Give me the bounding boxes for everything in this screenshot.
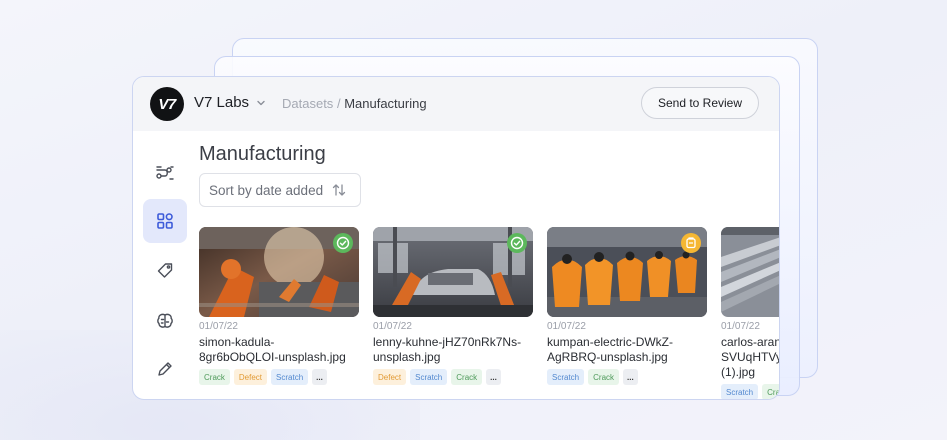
- tag-list: Defect Scratch Crack ...: [373, 369, 533, 385]
- chevron-down-icon: [257, 100, 265, 105]
- tag-list: Crack Defect Scratch ...: [199, 369, 359, 385]
- tag-badge: Scratch: [547, 369, 585, 385]
- brain-icon: [157, 313, 173, 328]
- filename-line: (1).jpg: [721, 365, 756, 379]
- sidebar-item-annotate[interactable]: [143, 347, 187, 391]
- page-title: Manufacturing: [199, 143, 326, 165]
- breadcrumb-current: Manufacturing: [344, 96, 427, 111]
- tag-list: Scratch Crack: [721, 384, 779, 399]
- status-complete-badge: [333, 233, 353, 253]
- send-to-review-button[interactable]: Send to Review: [641, 87, 759, 119]
- more-tags-button[interactable]: ...: [623, 369, 638, 385]
- tag-icon: [157, 263, 173, 278]
- dataset-item-card[interactable]: 01/07/22 simon-kadula- 8gr6bObQLOI-unspl…: [199, 227, 359, 385]
- sidebar-item-datasets[interactable]: [143, 199, 187, 243]
- sort-label: Sort by date added: [209, 182, 324, 198]
- tag-list: Scratch Crack ...: [547, 369, 707, 385]
- dataset-item-card[interactable]: 01/07/22 carlos-aranda- SVUqHTVy (1).jpg…: [721, 227, 780, 399]
- tag-badge: Defect: [233, 369, 268, 385]
- sidebar-item-workflows[interactable]: [143, 151, 187, 195]
- filename-line: SVUqHTVy: [721, 350, 780, 364]
- sidebar-item-classes[interactable]: [143, 249, 187, 293]
- tag-badge: Scratch: [271, 369, 309, 385]
- item-date: 01/07/22: [199, 321, 238, 332]
- v7-logo[interactable]: V7: [150, 87, 184, 121]
- tag-badge: Crack: [451, 369, 483, 385]
- image-thumbnail[interactable]: [721, 227, 779, 317]
- status-pending-badge: [681, 233, 701, 253]
- main-content: Manufacturing Sort by date added 01/07/2…: [199, 131, 779, 399]
- pencil-icon: [158, 362, 172, 376]
- check-circle-icon: [510, 236, 524, 250]
- tag-badge: Crack: [588, 369, 620, 385]
- sidebar-item-models[interactable]: [143, 299, 187, 343]
- top-bar: V7 V7 Labs Datasets / Manufacturing Send…: [133, 77, 779, 131]
- item-date: 01/07/22: [373, 321, 412, 332]
- item-date: 01/07/22: [721, 321, 760, 332]
- breadcrumb-datasets[interactable]: Datasets: [282, 96, 333, 111]
- filename-line: kumpan-electric-DWkZ-: [547, 335, 674, 349]
- more-tags-button[interactable]: ...: [312, 369, 327, 385]
- check-circle-icon: [336, 236, 350, 250]
- status-complete-badge: [507, 233, 527, 253]
- steel-pipes-image: [721, 227, 779, 317]
- image-thumbnail[interactable]: [199, 227, 359, 317]
- item-filename: simon-kadula- 8gr6bObQLOI-unsplash.jpg: [199, 335, 361, 365]
- tag-badge: Defect: [373, 369, 407, 385]
- datasets-grid-icon: [157, 213, 173, 229]
- tag-badge: Scratch: [721, 384, 759, 399]
- dataset-item-card[interactable]: 01/07/22 lenny-kuhne-jHZ70nRk7Ns- unspla…: [373, 227, 533, 385]
- item-filename: lenny-kuhne-jHZ70nRk7Ns- unsplash.jpg: [373, 335, 535, 365]
- org-name: V7 Labs: [194, 94, 250, 111]
- filename-line: 8gr6bObQLOI-unsplash.jpg: [199, 350, 346, 364]
- org-switcher[interactable]: V7 Labs: [194, 94, 267, 111]
- clipboard-icon: [686, 237, 696, 249]
- item-filename: kumpan-electric-DWkZ- AgRBRQ-unsplash.jp…: [547, 335, 709, 365]
- dataset-item-card[interactable]: 01/07/22 kumpan-electric-DWkZ- AgRBRQ-un…: [547, 227, 707, 385]
- workflow-icon: [156, 166, 174, 180]
- sidebar: [133, 131, 193, 399]
- tag-badge: Scratch: [410, 369, 448, 385]
- filename-line: lenny-kuhne-jHZ70nRk7Ns-: [373, 335, 522, 349]
- filename-line: AgRBRQ-unsplash.jpg: [547, 350, 668, 364]
- sort-arrows-icon: [332, 184, 346, 196]
- item-filename: carlos-aranda- SVUqHTVy (1).jpg: [721, 335, 780, 380]
- sort-dropdown[interactable]: Sort by date added: [199, 173, 361, 207]
- image-thumbnail[interactable]: [547, 227, 707, 317]
- filename-line: unsplash.jpg: [373, 350, 441, 364]
- tag-badge: Crack: [199, 369, 230, 385]
- more-tags-button[interactable]: ...: [486, 369, 501, 385]
- filename-line: carlos-aranda-: [721, 335, 779, 349]
- tag-badge: Crack: [762, 384, 779, 399]
- breadcrumb-separator: /: [336, 96, 341, 111]
- breadcrumb: Datasets / Manufacturing: [282, 96, 427, 111]
- app-window: V7 V7 Labs Datasets / Manufacturing Send…: [132, 76, 780, 400]
- item-date: 01/07/22: [547, 321, 586, 332]
- image-thumbnail[interactable]: [373, 227, 533, 317]
- filename-line: simon-kadula-: [199, 335, 275, 349]
